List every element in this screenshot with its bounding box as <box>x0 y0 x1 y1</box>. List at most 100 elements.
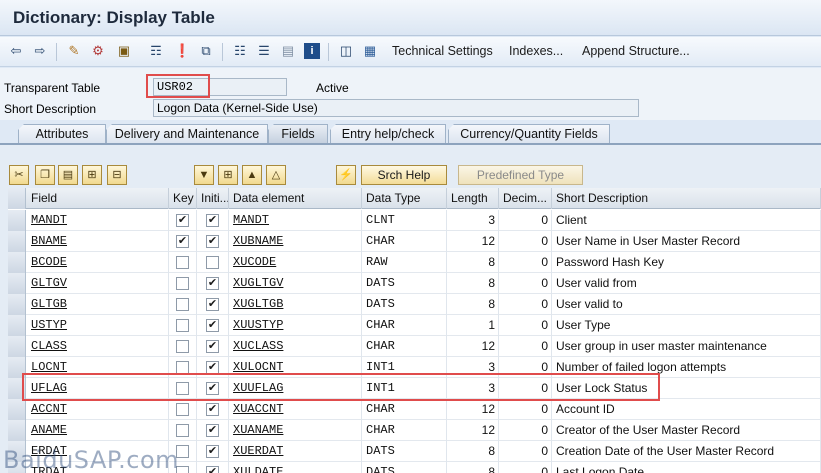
initial-values-checkbox[interactable] <box>206 214 219 227</box>
cell-data-element[interactable]: XUUSTYP <box>229 315 362 336</box>
cell-field[interactable]: CLASS <box>27 336 169 357</box>
cell-field[interactable]: LOCNT <box>27 357 169 378</box>
short-description-field[interactable]: Logon Data (Kernel-Side Use) <box>153 99 639 117</box>
back-arrow-icon[interactable]: ⇦ <box>8 43 24 59</box>
table-row[interactable]: USTYP XUUSTYP CHAR 1 0 User Type <box>8 315 821 336</box>
key-checkbox[interactable] <box>176 235 189 248</box>
cell-data-element[interactable]: XUGLTGV <box>229 273 362 294</box>
column-header-decimals[interactable]: Decim... <box>499 188 552 209</box>
find-icon[interactable]: △ <box>266 165 286 185</box>
append-structure-button[interactable]: Append Structure... <box>582 44 690 58</box>
row-selector[interactable] <box>8 399 26 420</box>
navigate-icon[interactable]: ⧉ <box>198 43 214 59</box>
insert-row-icon[interactable]: ⊞ <box>82 165 102 185</box>
cell-data-element[interactable]: XUERDAT <box>229 441 362 462</box>
layout-icon[interactable]: ▤ <box>280 43 296 59</box>
column-header-initial[interactable]: Initi... <box>197 188 229 209</box>
column-header-field[interactable]: Field <box>27 188 169 209</box>
row-selector[interactable] <box>8 336 26 357</box>
cell-data-element[interactable]: XUUFLAG <box>229 378 362 399</box>
cell-field[interactable]: ACCNT <box>27 399 169 420</box>
cell-field[interactable]: GLTGB <box>27 294 169 315</box>
cell-data-element[interactable]: XULDATE <box>229 462 362 473</box>
column-header-data-element[interactable]: Data element <box>229 188 362 209</box>
forward-arrow-icon[interactable]: ⇨ <box>32 43 48 59</box>
cut-icon[interactable]: ✂ <box>9 165 29 185</box>
initial-values-checkbox[interactable] <box>206 403 219 416</box>
indexes-button[interactable]: Indexes... <box>509 44 563 58</box>
cell-field[interactable]: USTYP <box>27 315 169 336</box>
table-row[interactable]: UFLAG XUUFLAG INT1 3 0 User Lock Status <box>8 378 821 399</box>
key-checkbox[interactable] <box>176 277 189 290</box>
cell-data-element[interactable]: XUCODE <box>229 252 362 273</box>
tab-fields[interactable]: Fields <box>268 124 328 144</box>
cell-data-element[interactable]: XUBNAME <box>229 231 362 252</box>
initial-values-checkbox[interactable] <box>206 382 219 395</box>
key-checkbox[interactable] <box>176 214 189 227</box>
technical-settings-button[interactable]: Technical Settings <box>392 44 493 58</box>
row-selector[interactable] <box>8 210 26 231</box>
where-used-icon[interactable]: ☶ <box>148 43 164 59</box>
sort-icon[interactable]: ▲ <box>242 165 262 185</box>
key-checkbox[interactable] <box>176 424 189 437</box>
table-row[interactable]: LOCNT XULOCNT INT1 3 0 Number of failed logon… <box>8 357 821 378</box>
row-selector[interactable] <box>8 378 26 399</box>
predefined-type-button[interactable]: Predefined Type <box>458 165 583 185</box>
check-icon[interactable]: ▣ <box>116 43 132 59</box>
column-header-data-type[interactable]: Data Type <box>362 188 447 209</box>
column-header-length[interactable]: Length <box>447 188 499 209</box>
table-row[interactable]: MANDT MANDT CLNT 3 0 Client <box>8 210 821 231</box>
paste-icon[interactable]: ▤ <box>58 165 78 185</box>
initial-values-checkbox[interactable] <box>206 235 219 248</box>
display-change-icon[interactable]: ⚙ <box>90 43 106 59</box>
initial-values-checkbox[interactable] <box>206 424 219 437</box>
cell-field[interactable]: BCODE <box>27 252 169 273</box>
initial-values-checkbox[interactable] <box>206 277 219 290</box>
initial-values-checkbox[interactable] <box>206 298 219 311</box>
tab-delivery-and-maintenance[interactable]: Delivery and Maintenance <box>106 124 268 144</box>
tab-attributes[interactable]: Attributes <box>18 124 106 144</box>
copy-icon[interactable]: ❐ <box>35 165 55 185</box>
tab-currency-quantity-fields[interactable]: Currency/Quantity Fields <box>448 124 610 144</box>
column-header-short-description[interactable]: Short Description <box>552 188 821 209</box>
table-row[interactable]: ANAME XUANAME CHAR 12 0 Creator of the User M… <box>8 420 821 441</box>
table-row[interactable]: ACCNT XUACCNT CHAR 12 0 Account ID <box>8 399 821 420</box>
table-name-field[interactable]: USR02 <box>153 78 287 96</box>
row-selector[interactable] <box>8 315 26 336</box>
structure-icon[interactable]: ◫ <box>338 43 354 59</box>
initial-values-checkbox[interactable] <box>206 340 219 353</box>
cell-data-element[interactable]: MANDT <box>229 210 362 231</box>
hierarchy-icon[interactable]: ☰ <box>256 43 272 59</box>
table-row[interactable]: BCODE XUCODE RAW 8 0 Password Hash Key <box>8 252 821 273</box>
cell-field[interactable]: MANDT <box>27 210 169 231</box>
cell-data-element[interactable]: XUACCNT <box>229 399 362 420</box>
tab-entry-help-check[interactable]: Entry help/check <box>330 124 446 144</box>
row-selector[interactable] <box>8 273 26 294</box>
delete-row-icon[interactable]: ⊟ <box>107 165 127 185</box>
initial-values-checkbox[interactable] <box>206 256 219 269</box>
grid-icon[interactable]: ▦ <box>362 43 378 59</box>
cell-data-element[interactable]: XUANAME <box>229 420 362 441</box>
cell-data-element[interactable]: XUGLTGB <box>229 294 362 315</box>
cell-data-element[interactable]: XULOCNT <box>229 357 362 378</box>
cell-field[interactable]: BNAME <box>27 231 169 252</box>
search-help-icon[interactable]: ⚡ <box>336 165 356 185</box>
cell-field[interactable]: GLTGV <box>27 273 169 294</box>
row-selector[interactable] <box>8 294 26 315</box>
key-checkbox[interactable] <box>176 403 189 416</box>
table-row[interactable]: GLTGV XUGLTGV DATS 8 0 User valid from <box>8 273 821 294</box>
info-icon[interactable]: i <box>304 43 320 59</box>
key-checkbox[interactable] <box>176 256 189 269</box>
column-header-key[interactable]: Key <box>169 188 197 209</box>
initial-values-checkbox[interactable] <box>206 319 219 332</box>
initial-values-checkbox[interactable] <box>206 361 219 374</box>
cell-field[interactable]: UFLAG <box>27 378 169 399</box>
edit-pencil-icon[interactable]: ✎ <box>66 43 82 59</box>
activate-icon[interactable]: ❗ <box>174 43 190 59</box>
srch-help-button[interactable]: Srch Help <box>361 165 447 185</box>
key-checkbox[interactable] <box>176 361 189 374</box>
cell-data-element[interactable]: XUCLASS <box>229 336 362 357</box>
row-selector[interactable] <box>8 420 26 441</box>
initial-values-checkbox[interactable] <box>206 445 219 458</box>
filter-icon[interactable]: ▼ <box>194 165 214 185</box>
